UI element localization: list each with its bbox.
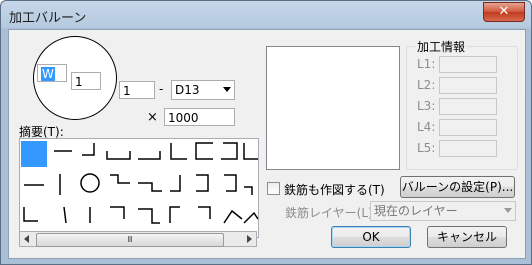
diameter-select[interactable]: D13 xyxy=(171,80,235,100)
shape-corner-icon xyxy=(170,143,187,160)
chevron-down-icon xyxy=(223,87,231,92)
shape-c2-icon xyxy=(224,174,237,192)
shape-z-icon xyxy=(138,208,160,224)
shape-bracket-icon xyxy=(195,142,213,160)
title-bar: 加工バルーン ✕ xyxy=(1,1,531,29)
l5-field xyxy=(439,140,497,157)
shape-bracket-right-icon xyxy=(221,142,238,160)
length-input[interactable]: 1000 xyxy=(164,108,235,126)
balloon-settings-button[interactable]: バルーンの設定(P)... xyxy=(400,176,515,198)
l3-field xyxy=(439,98,497,115)
process-info-title: 加工情報 xyxy=(415,38,468,55)
layer-label: 鉄筋レイヤー(L): xyxy=(285,206,377,220)
shape-u-icon xyxy=(106,151,131,160)
cancel-button[interactable]: キャンセル xyxy=(427,226,507,248)
shape-angle-icon xyxy=(223,209,243,224)
shape-c-icon xyxy=(196,174,209,192)
shape-hook3-icon xyxy=(169,206,180,223)
shape-grid[interactable] xyxy=(19,138,259,238)
scroll-left-arrow-icon[interactable] xyxy=(24,235,29,243)
shape-step-icon xyxy=(110,174,130,184)
scroll-thumb[interactable]: Ⅲ xyxy=(36,233,224,247)
shape-hook4-icon xyxy=(198,206,211,219)
l4-label: L4: xyxy=(417,120,436,134)
diameter-value: D13 xyxy=(175,83,200,97)
l5-label: L5: xyxy=(417,141,436,155)
count-input[interactable]: 1 xyxy=(71,72,101,90)
bar-number-input[interactable]: W xyxy=(37,64,67,82)
scroll-right-arrow-icon[interactable] xyxy=(247,235,252,243)
shape-preview-box xyxy=(266,46,400,170)
shape-grid-drawing xyxy=(21,141,258,224)
l2-field xyxy=(439,77,497,94)
shape-angle2-icon xyxy=(243,211,258,224)
shape-tail-icon xyxy=(244,186,253,195)
draw-rebar-checkbox[interactable] xyxy=(267,182,280,195)
shape-grid-scrollbar[interactable]: Ⅲ xyxy=(19,231,257,247)
shape-step2-icon xyxy=(138,182,162,192)
shape-hook-icon xyxy=(138,151,161,160)
shape-edge-icon xyxy=(243,143,258,160)
dialog-body: W 1 1 - D13 × 1000 摘要(T): Ⅲ 加工情報 L1: L2:… xyxy=(8,29,526,259)
bar-number-value: W xyxy=(41,67,55,81)
dash-label: - xyxy=(159,82,164,96)
quantity-input[interactable]: 1 xyxy=(119,81,155,99)
shape-l-icon xyxy=(82,143,95,156)
shape-icons xyxy=(23,142,258,224)
shape-circle-icon xyxy=(80,173,100,193)
window-title: 加工バルーン xyxy=(9,11,87,26)
ok-button[interactable]: OK xyxy=(331,226,411,248)
close-button[interactable]: ✕ xyxy=(483,2,525,22)
layer-value: 現在のレイヤー xyxy=(374,204,458,218)
shape-ll-icon xyxy=(23,207,38,222)
l3-label: L3: xyxy=(417,99,436,113)
dialog-window: 加工バルーン ✕ W 1 1 - D13 × 1000 摘要(T): Ⅲ 加工情… xyxy=(0,0,532,265)
shape-hook2-icon xyxy=(110,206,125,219)
l4-field xyxy=(439,119,497,136)
times-label: × xyxy=(147,110,158,125)
l2-label: L2: xyxy=(417,78,436,92)
process-info-group: 加工情報 L1: L2: L3: L4: L5: xyxy=(406,38,518,170)
l1-label: L1: xyxy=(417,57,436,71)
chevron-down-icon xyxy=(504,208,512,213)
shape-cell-selected[interactable] xyxy=(21,141,47,167)
draw-rebar-label[interactable]: 鉄筋も作図する(T) xyxy=(284,181,385,198)
layer-select: 現在のレイヤー xyxy=(370,201,516,221)
l1-field xyxy=(439,56,497,73)
shape-crank-icon xyxy=(170,175,181,192)
shape-slant-icon xyxy=(63,206,67,224)
